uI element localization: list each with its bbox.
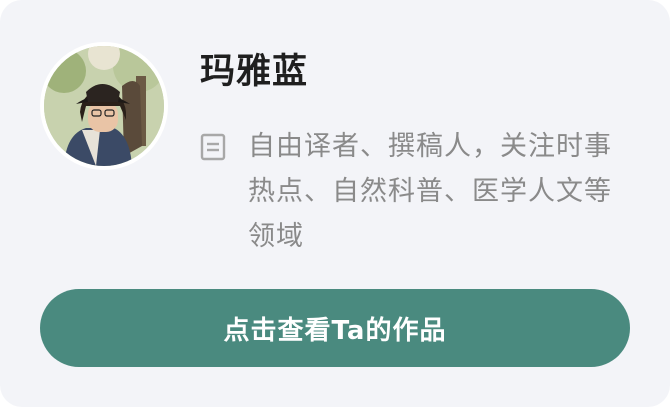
view-works-button[interactable]: 点击查看Ta的作品 — [40, 289, 630, 367]
author-name: 玛雅蓝 — [200, 52, 309, 92]
author-bio: 自由译者、撰稿人，关注时事热点、自然科普、医学人文等领域 — [248, 131, 612, 252]
document-icon — [199, 133, 227, 161]
avatar[interactable] — [40, 42, 168, 170]
avatar-photo — [44, 46, 164, 166]
author-card: 玛雅蓝 自由译者、撰稿人，关注时事热点、自然科普、医学人文等领域 点击查看Ta的… — [0, 0, 670, 407]
